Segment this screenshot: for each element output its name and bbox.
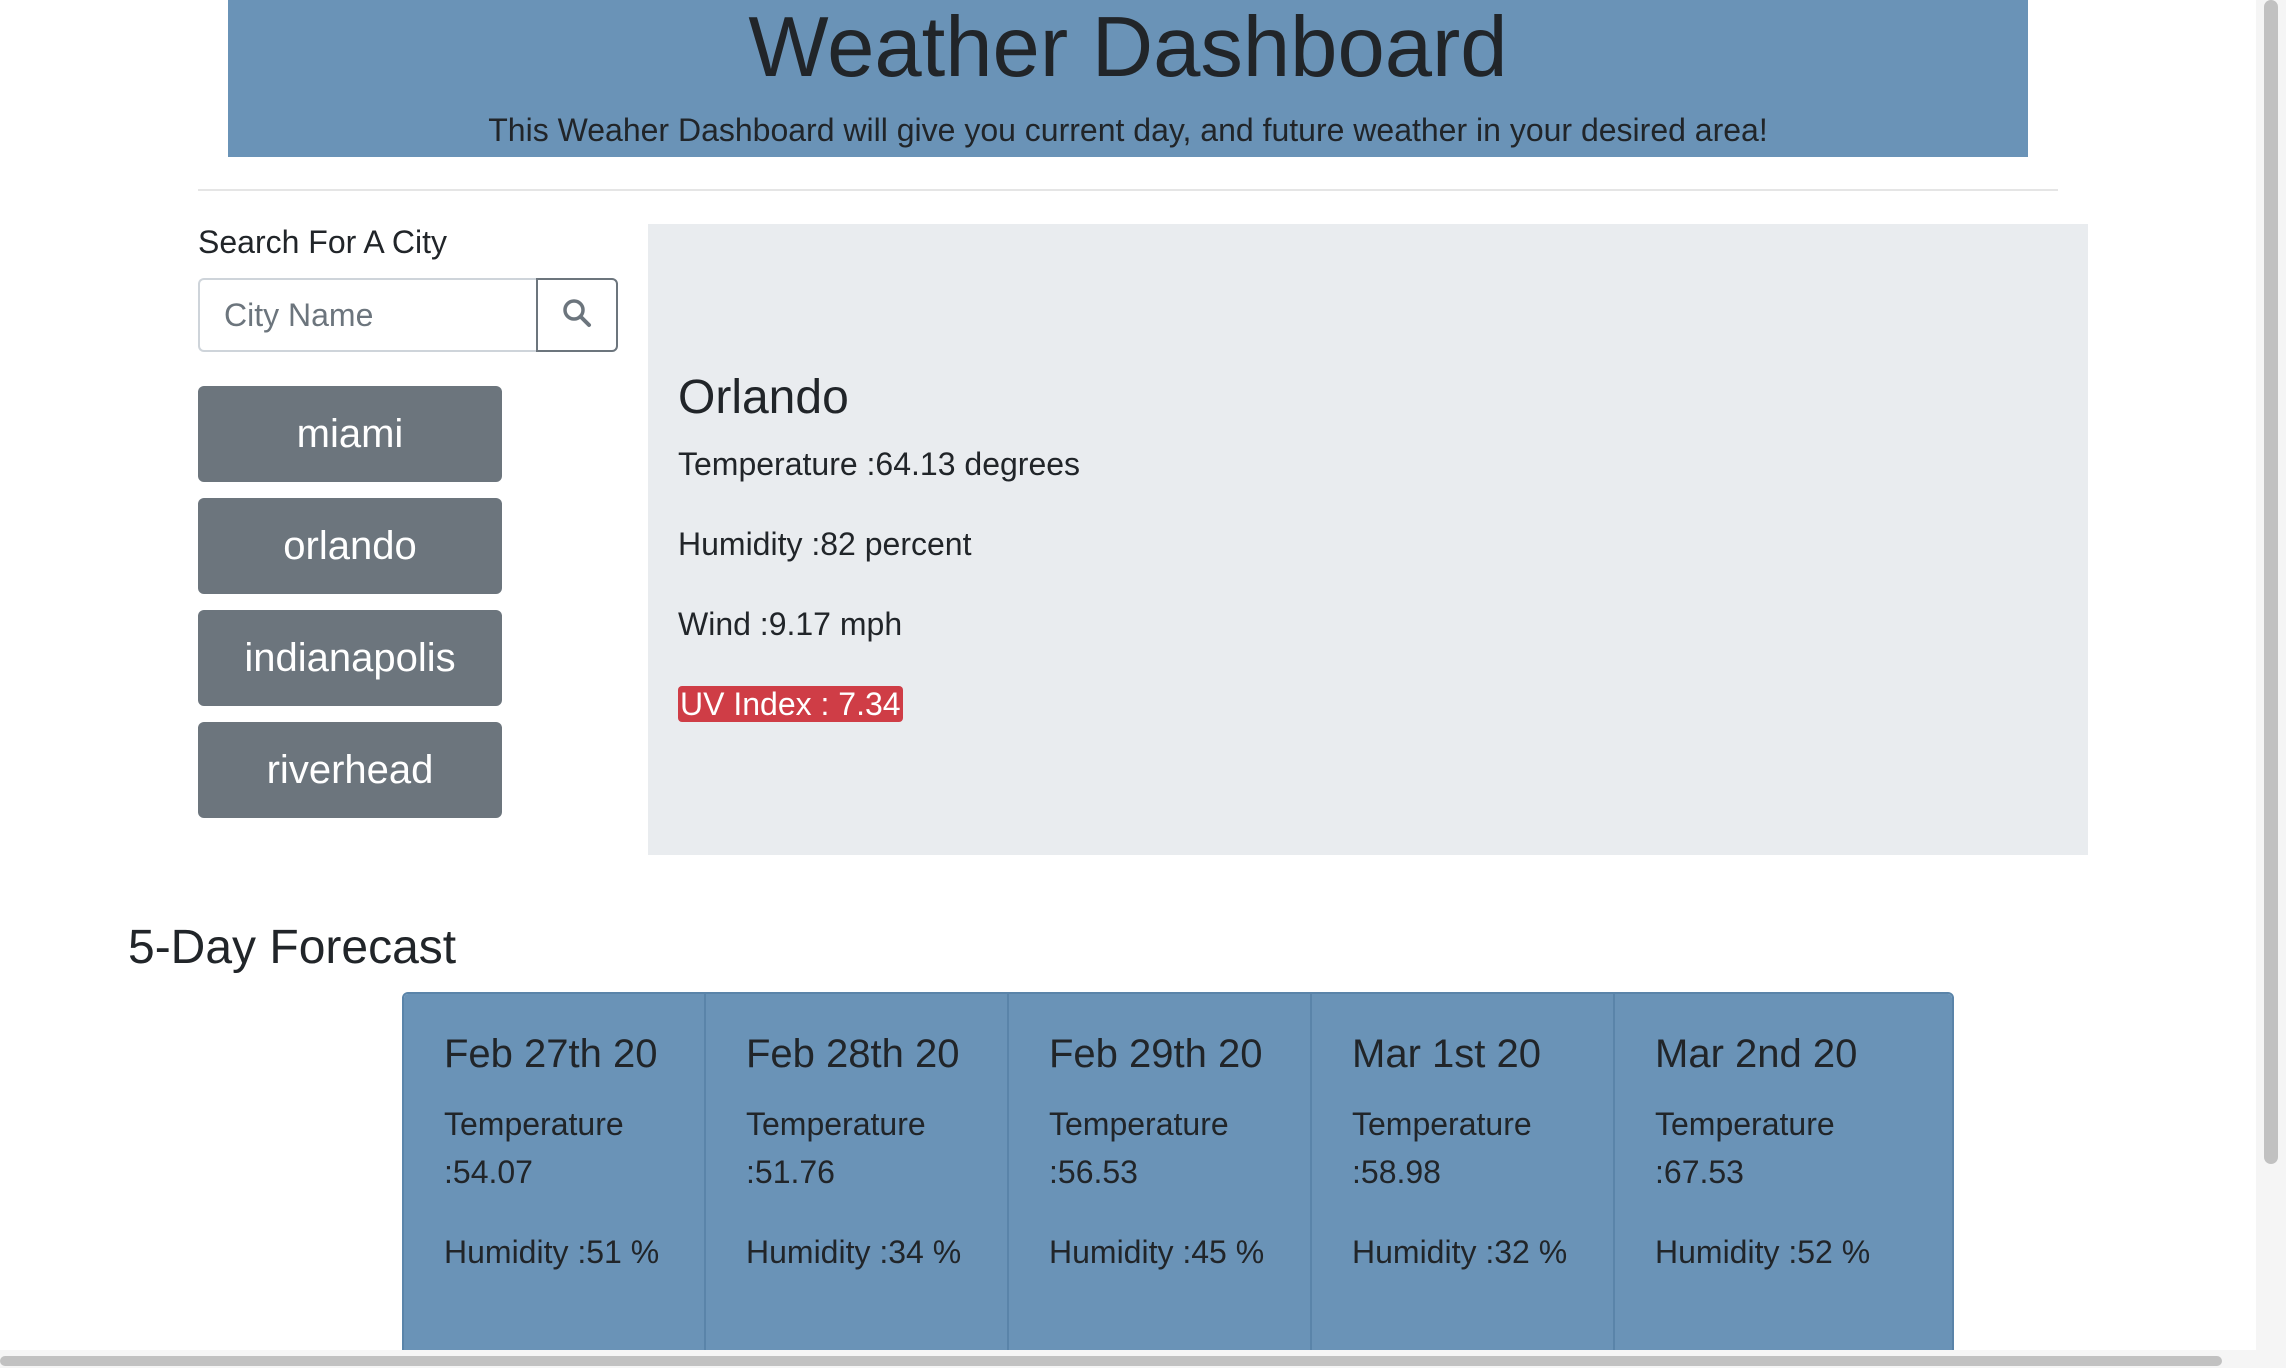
forecast-date: Feb 28th 20 [746,1032,960,1076]
forecast-date: Feb 27th 20 [444,1032,658,1076]
current-humidity: Humidity :82 percent [678,526,972,562]
forecast-temperature: Temperature :67.53 [1655,1106,1835,1190]
search-button[interactable] [536,278,618,352]
history-button-indianapolis[interactable]: indianapolis [198,610,502,706]
forecast-humidity: Humidity :34 % [746,1234,962,1270]
uv-index-badge: UV Index : 7.34 [678,686,903,722]
search-group [198,278,618,352]
weather-dashboard-page: Weather Dashboard This Weaher Dashboard … [0,0,2286,1368]
header-divider [198,189,2058,191]
vertical-scrollbar-thumb[interactable] [2264,0,2278,1164]
page-title: Weather Dashboard [748,0,1508,95]
forecast-temperature: Temperature :58.98 [1352,1106,1532,1190]
current-weather-panel: Orlando Temperature :64.13 degrees Humid… [648,224,2088,855]
forecast-date: Mar 2nd 20 [1655,1032,1858,1076]
page-header: Weather Dashboard This Weaher Dashboard … [228,0,2028,157]
current-city-name: Orlando [678,371,849,424]
history-button-riverhead[interactable]: riverhead [198,722,502,818]
vertical-scrollbar[interactable] [2256,0,2286,1350]
history-button-miami[interactable]: miami [198,386,502,482]
forecast-humidity: Humidity :51 % [444,1234,660,1270]
page-subtitle: This Weaher Dashboard will give you curr… [488,112,1768,148]
forecast-card: Feb 27th 20 Temperature :54.07 Humidity … [404,994,706,1366]
forecast-temperature: Temperature :54.07 [444,1106,624,1190]
forecast-temperature: Temperature :51.76 [746,1106,926,1190]
forecast-title: 5-Day Forecast [128,921,457,974]
forecast-card: Mar 2nd 20 Temperature :67.53 Humidity :… [1615,994,1952,1366]
forecast-date: Feb 29th 20 [1049,1032,1263,1076]
forecast-humidity: Humidity :32 % [1352,1234,1568,1270]
city-search-input[interactable] [198,278,536,352]
current-wind: Wind :9.17 mph [678,606,903,642]
search-label: Search For A City [198,224,447,260]
forecast-humidity: Humidity :45 % [1049,1234,1265,1270]
horizontal-scrollbar[interactable] [0,1350,2286,1368]
forecast-humidity: Humidity :52 % [1655,1234,1871,1270]
horizontal-scrollbar-thumb[interactable] [0,1356,2222,1366]
forecast-card: Feb 29th 20 Temperature :56.53 Humidity … [1009,994,1312,1366]
forecast-cards: Feb 27th 20 Temperature :54.07 Humidity … [402,992,1954,1368]
forecast-date: Mar 1st 20 [1352,1032,1541,1076]
history-button-orlando[interactable]: orlando [198,498,502,594]
forecast-card: Mar 1st 20 Temperature :58.98 Humidity :… [1312,994,1615,1366]
search-icon [562,298,592,333]
forecast-temperature: Temperature :56.53 [1049,1106,1229,1190]
forecast-card: Feb 28th 20 Temperature :51.76 Humidity … [706,994,1009,1366]
current-temperature: Temperature :64.13 degrees [678,446,1081,482]
